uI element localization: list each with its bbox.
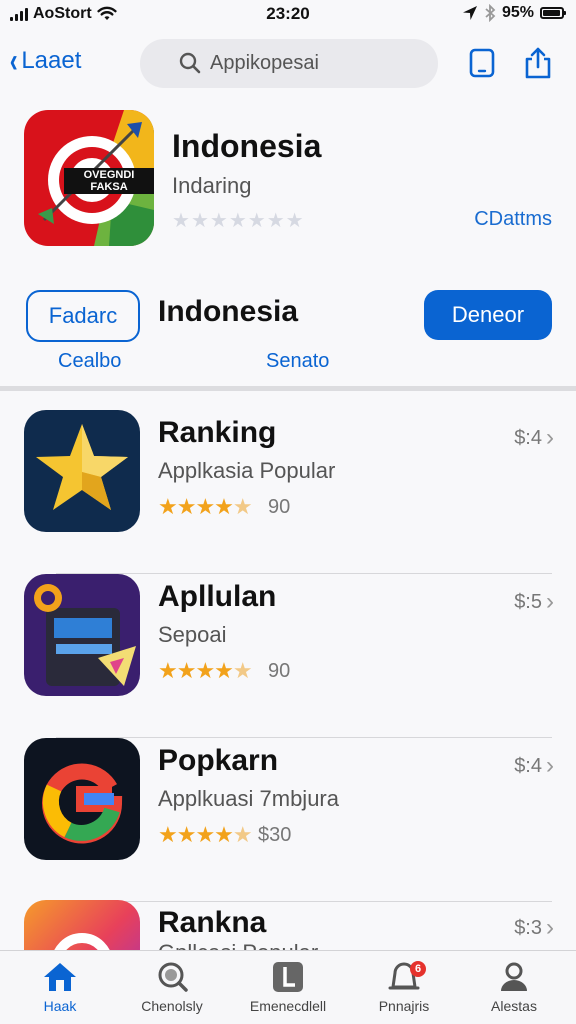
price-label: $:3 [514,916,542,939]
featured-rating: ★ ★ ★ ★ ★ ★ ★ [172,208,304,233]
search-input[interactable] [208,51,452,76]
star-icon: ★ [209,210,228,232]
featured-app-subtitle: Indaring [172,173,252,198]
tab-bar: Haak Chenolsly Emenecdlell 6 Pnnajris Al… [0,950,576,1024]
search-icon [158,962,188,992]
tab-label: Haak [43,998,77,1014]
status-right: 95% [462,4,566,22]
rating-count: $30 [258,824,292,846]
app-icon [24,574,140,696]
location-arrow-icon [462,6,477,20]
app-subtitle: Gpllcasi Popular [158,940,318,950]
updates-icon [273,962,303,992]
mid-link[interactable]: Senato [266,350,329,373]
star-icon [24,410,140,532]
app-icon [24,738,140,860]
left-link[interactable]: Cealbo [58,350,121,373]
rating-count: 90 [268,660,291,682]
app-icon [24,410,140,532]
list-item[interactable]: Rankna Gpllcasi Popular $:3 › [0,900,576,950]
star-icon: ★ [247,210,266,232]
featured-link[interactable]: CDattms [474,208,552,231]
price-button[interactable]: $:4 › [514,752,554,780]
star-icon: ★ [172,210,190,232]
chevron-right-icon: › [546,752,554,779]
tab-notifications[interactable]: 6 Pnnajris [346,961,462,1014]
tab-label: Chenolsly [141,998,203,1014]
profile-icon [501,962,527,991]
tablet-icon [24,574,140,696]
tab-label: Pnnajris [378,998,430,1014]
section-divider [0,386,576,391]
price-label: $:4 [514,754,542,777]
tab-search[interactable]: Chenolsly [114,961,230,1014]
featured-icon-label: OVEGNDI FAKSA [64,168,154,194]
app-subtitle: Applkasia Popular [158,458,336,483]
list-item[interactable]: Apllulan Sepoai ★★★★ ★ 90 $:5 › [0,574,576,738]
list-item[interactable]: Popkarn Applkuasi 7mbjura ★★★★ ★ $30 $:4 … [0,738,576,902]
primary-button[interactable]: Deneor [424,290,552,340]
back-button[interactable]: ‹ Laaet [8,42,82,80]
rating-count: 90 [268,496,291,518]
app-rating: ★★★★ ★ [158,658,253,683]
region-title: Indonesia [158,295,299,328]
star-icon: ★ [190,210,209,232]
outline-button[interactable]: Fadarc [26,290,140,342]
app-icon [24,900,140,950]
tablet-icon[interactable] [466,46,498,80]
tab-label: Alestas [491,998,537,1014]
notification-badge: 6 [410,961,426,977]
g-logo-icon [24,738,140,860]
chevron-left-icon: ‹ [9,42,18,80]
tab-home[interactable]: Haak [2,961,118,1014]
tab-updates[interactable]: Emenecdlell [230,961,346,1014]
battery-percent: 95% [501,4,534,21]
star-icon: ★ [228,210,247,232]
chevron-right-icon: › [546,588,554,615]
tab-label: Emenecdlell [249,998,327,1014]
app-rating: ★★★★ ★ [158,494,253,519]
app-name: Ranking [158,416,277,449]
app-subtitle: Sepoai [158,622,227,647]
list-item[interactable]: Ranking Applkasia Popular ★★★★ ★ 90 $:4 › [0,410,576,574]
battery-icon [540,7,566,19]
app-name: Apllulan [158,580,277,613]
search-icon [179,52,201,74]
home-icon [44,963,76,991]
price-button[interactable]: $:3 › [514,914,554,942]
share-icon[interactable] [522,46,554,80]
bluetooth-icon [485,4,496,22]
price-label: $:5 [514,590,542,613]
price-label: $:4 [514,426,542,449]
price-button[interactable]: $:5 › [514,588,554,616]
price-button[interactable]: $:4 › [514,424,554,452]
app-subtitle: Applkuasi 7mbjura [158,786,339,811]
chevron-right-icon: › [546,914,554,941]
chevron-right-icon: › [546,424,554,451]
back-label: Laaet [21,47,82,74]
status-bar: AoStort 23:20 95% [0,0,576,28]
circle-logo-icon [24,900,140,950]
app-name: Rankna [158,906,267,939]
star-icon: ★ [285,210,304,232]
tab-profile[interactable]: Alestas [456,961,572,1014]
app-name: Popkarn [158,744,279,777]
search-bar[interactable] [140,39,452,88]
star-icon: ★ [266,210,285,232]
featured-app-name: Indonesia [172,128,322,164]
app-rating: ★★★★ ★ [158,822,253,847]
